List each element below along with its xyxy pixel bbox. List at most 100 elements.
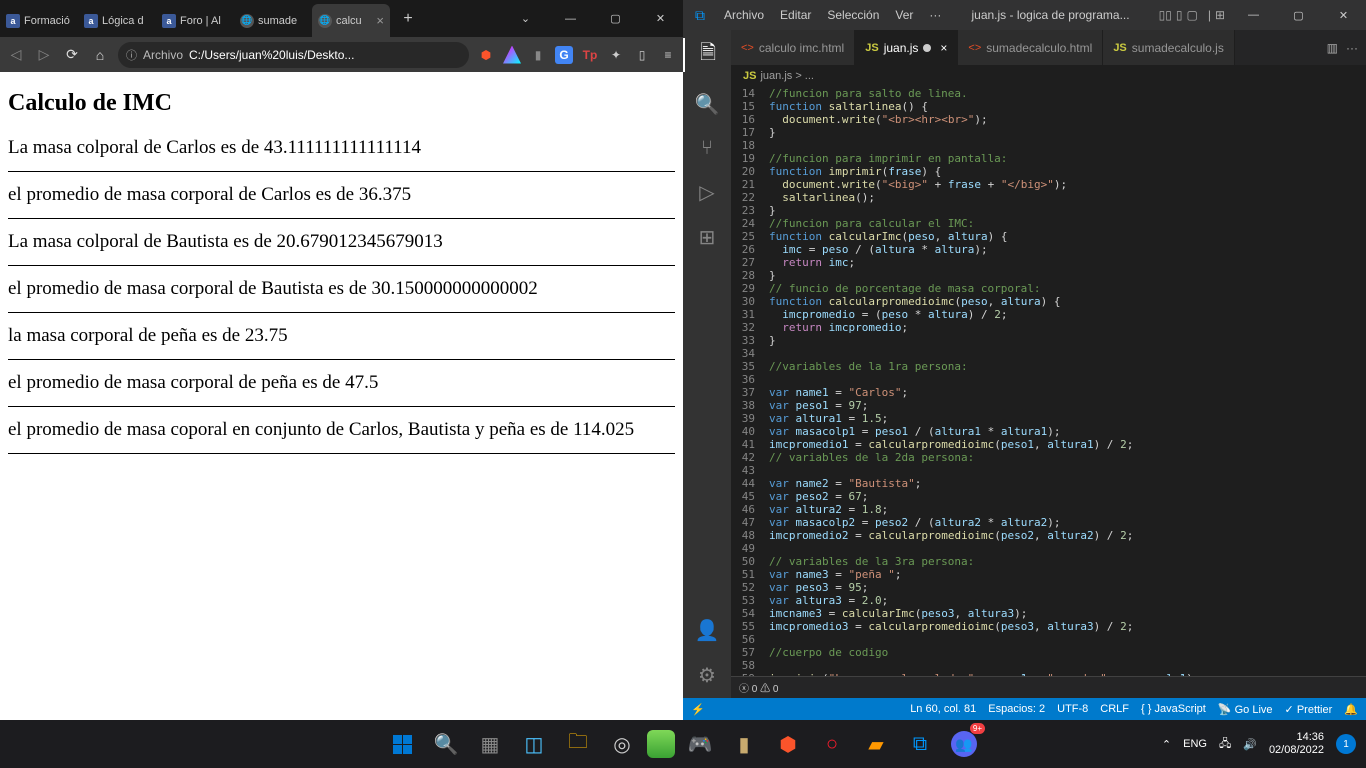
run-debug-icon[interactable]: ▷ (699, 180, 714, 205)
code-line[interactable]: 38var peso1 = 97; (731, 399, 1366, 412)
network-icon[interactable]: 🖧 (1219, 735, 1231, 754)
status-prettier[interactable]: ✓ Prettier (1285, 703, 1333, 716)
notification-badge[interactable]: 1 (1336, 734, 1356, 754)
code-line[interactable]: 43 (731, 464, 1366, 477)
code-line[interactable]: 59imprimir("La masa colporal de " + name… (731, 672, 1366, 676)
code-line[interactable]: 56 (731, 633, 1366, 646)
code-line[interactable]: 47var masacolp2 = peso2 / (altura2 * alt… (731, 516, 1366, 529)
code-line[interactable]: 51var name3 = "peña "; (731, 568, 1366, 581)
menu-item[interactable]: Archivo (717, 8, 771, 22)
code-line[interactable]: 53var altura3 = 2.0; (731, 594, 1366, 607)
tp-extension-icon[interactable]: Tp (581, 46, 599, 64)
browser-tab[interactable]: 🌐calcu× (312, 4, 390, 37)
layout-icon[interactable]: ▯ (1176, 8, 1183, 22)
code-line[interactable]: 30function calcularpromedioimc(peso, alt… (731, 295, 1366, 308)
discord-icon[interactable]: 👥9+ (945, 725, 983, 763)
status-golive[interactable]: 📡 Go Live (1218, 703, 1273, 716)
file-explorer-icon[interactable]: 🗀 (559, 725, 597, 763)
status-cursor[interactable]: Ln 60, col. 81 (910, 703, 976, 716)
source-control-icon[interactable]: ⑂ (701, 137, 713, 160)
status-encoding[interactable]: UTF-8 (1057, 703, 1088, 716)
code-line[interactable]: 33} (731, 334, 1366, 347)
minimize-button[interactable]: — (548, 4, 593, 34)
code-line[interactable]: 57//cuerpo de codigo (731, 646, 1366, 659)
volume-icon[interactable]: 🔊 (1243, 738, 1257, 751)
code-line[interactable]: 32 return imcpromedio; (731, 321, 1366, 334)
code-line[interactable]: 22 saltarlinea(); (731, 191, 1366, 204)
code-line[interactable]: 19//funcion para imprimir en pantalla: (731, 152, 1366, 165)
code-line[interactable]: 26 imc = peso / (altura * altura); (731, 243, 1366, 256)
editor-tab[interactable]: JSjuan.js× (855, 30, 958, 65)
code-line[interactable]: 34 (731, 347, 1366, 360)
code-line[interactable]: 21 document.write("<big>" + frase + "</b… (731, 178, 1366, 191)
menu-item[interactable]: Editar (773, 8, 818, 22)
vscode-taskbar-icon[interactable]: ⧉ (901, 725, 939, 763)
sublime-icon[interactable]: ▰ (857, 725, 895, 763)
explorer-icon[interactable]: 🗎 (683, 38, 731, 72)
code-line[interactable]: 54imcname3 = calcularImc(peso3, altura3)… (731, 607, 1366, 620)
browser-tab[interactable]: aForo | Al (156, 4, 234, 37)
code-line[interactable]: 45var peso2 = 67; (731, 490, 1366, 503)
code-line[interactable]: 50// variables de la 3ra persona: (731, 555, 1366, 568)
code-line[interactable]: 24//funcion para calcular el IMC: (731, 217, 1366, 230)
maximize-button[interactable]: ▢ (1276, 0, 1321, 30)
minimap[interactable] (1348, 87, 1366, 676)
url-bar[interactable]: ⓘ Archivo C:/Users/juan%20luis/Deskto... (118, 42, 469, 68)
layout-icon[interactable]: ▢ (1186, 8, 1197, 22)
back-button[interactable]: ◁ (6, 46, 26, 63)
settings-icon[interactable]: ⚙ (698, 663, 716, 688)
code-line[interactable]: 31 imcpromedio = (peso * altura) / 2; (731, 308, 1366, 321)
language-indicator[interactable]: ENG (1183, 738, 1207, 750)
status-language[interactable]: { } JavaScript (1141, 703, 1206, 716)
code-line[interactable]: 20function imprimir(frase) { (731, 165, 1366, 178)
code-line[interactable]: 52var peso3 = 95; (731, 581, 1366, 594)
code-line[interactable]: 40var masacolp1 = peso1 / (altura1 * alt… (731, 425, 1366, 438)
bluestacks-icon[interactable] (647, 730, 675, 758)
code-line[interactable]: 37var name1 = "Carlos"; (731, 386, 1366, 399)
code-line[interactable]: 29// funcio de porcentage de masa corpor… (731, 282, 1366, 295)
extensions-icon[interactable]: ⊞ (699, 225, 716, 250)
code-line[interactable]: 35//variables de la 1ra persona: (731, 360, 1366, 373)
editor-tab[interactable]: <>calculo imc.html (731, 30, 855, 65)
league-icon[interactable]: ▮ (725, 725, 763, 763)
layout-icon[interactable]: ▯▯ (1159, 8, 1172, 22)
code-line[interactable]: 16 document.write("<br><hr><br>"); (731, 113, 1366, 126)
forward-button[interactable]: ▷ (34, 46, 54, 63)
wallet-icon[interactable]: ▮ (529, 46, 547, 64)
minimize-button[interactable]: — (1231, 0, 1276, 30)
reload-button[interactable]: ⟳ (62, 46, 82, 63)
brave-rewards-icon[interactable] (503, 46, 521, 64)
code-line[interactable]: 55imcpromedio3 = calcularpromedioimc(pes… (731, 620, 1366, 633)
menu-item[interactable]: ··· (922, 8, 948, 22)
code-line[interactable]: 42// variables de la 2da persona: (731, 451, 1366, 464)
account-icon[interactable]: 👤 (695, 618, 720, 643)
problems-indicator[interactable]: ⓧ 0 ⚠ 0 (739, 680, 778, 695)
status-eol[interactable]: CRLF (1100, 703, 1129, 716)
code-line[interactable]: 36 (731, 373, 1366, 386)
layout-icon[interactable]: ⊞ (1215, 8, 1225, 22)
browser-tab[interactable]: aLógica d (78, 4, 156, 37)
google-translate-icon[interactable]: G (555, 46, 573, 64)
close-button[interactable]: ✕ (1321, 0, 1366, 30)
brave-shields-icon[interactable]: ⬢ (477, 46, 495, 64)
maximize-button[interactable]: ▢ (593, 4, 638, 34)
opera-icon[interactable]: ○ (813, 725, 851, 763)
start-button[interactable] (383, 725, 421, 763)
widgets-icon[interactable]: ◫ (515, 725, 553, 763)
clock[interactable]: 14:36 02/08/2022 (1269, 731, 1324, 757)
code-line[interactable]: 44var name2 = "Bautista"; (731, 477, 1366, 490)
code-line[interactable]: 28} (731, 269, 1366, 282)
hamburger-menu-icon[interactable]: ≡ (659, 46, 677, 64)
code-line[interactable]: 39var altura1 = 1.5; (731, 412, 1366, 425)
search-icon[interactable]: 🔍 (427, 725, 465, 763)
code-line[interactable]: 58 (731, 659, 1366, 672)
breadcrumb[interactable]: JS juan.js > ... (731, 65, 1366, 87)
browser-tab[interactable]: aFormació (0, 4, 78, 37)
more-icon[interactable]: ··· (1346, 41, 1358, 55)
dropdown-icon[interactable]: ⌄ (503, 4, 548, 34)
close-button[interactable]: ✕ (638, 4, 683, 34)
code-line[interactable]: 25function calcularImc(peso, altura) { (731, 230, 1366, 243)
close-tab-icon[interactable]: × (940, 41, 947, 55)
status-bell-icon[interactable]: 🔔 (1344, 703, 1358, 716)
code-editor[interactable]: 14//funcion para salto de linea.15functi… (731, 87, 1366, 676)
